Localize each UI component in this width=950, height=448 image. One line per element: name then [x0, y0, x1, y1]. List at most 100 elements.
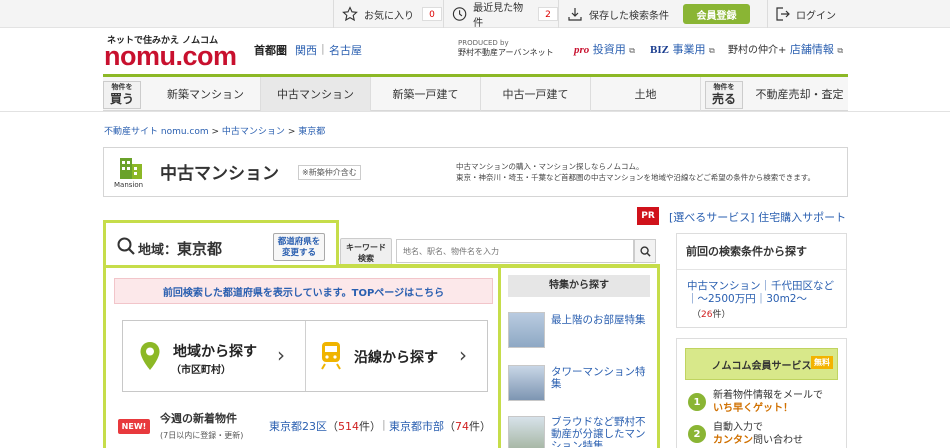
change-prefecture-button[interactable]: 都道府県を 変更する	[273, 233, 325, 261]
tokushu-link-tower[interactable]: タワーマンション特集	[551, 366, 651, 390]
pr-link[interactable]: [選べるサービス] 住宅購入サポート	[669, 209, 846, 225]
change-pref-line2: 変更する	[281, 248, 316, 258]
previous-search-link[interactable]: 中古マンション｜千代田区など｜～2500万円｜30m2～	[687, 280, 841, 306]
nav-sell[interactable]: 不動産売却・査定	[751, 77, 848, 111]
tokushu-link-proud[interactable]: ブラウドなど野村不動産が分譲したマンション特集	[551, 416, 651, 447]
keyword-input[interactable]	[396, 239, 634, 263]
top-utility-bar: お気に入り 0 最近見た物件 2 保存した検索条件 会員登録 ログイン	[0, 0, 950, 29]
tokushu-image-tower[interactable]	[508, 365, 545, 401]
change-pref-line1: 都道府県を	[277, 237, 321, 247]
banner-desc-line2: 東京・神奈川・埼玉・千葉など首都圏の中古マンションを地域や沿線などご希望の条件か…	[456, 173, 816, 182]
column-divider	[498, 266, 501, 448]
new-listings-sub: (7日以内に登録・更新)	[160, 431, 244, 440]
service-number-1: 1	[688, 393, 706, 411]
page-title-banner: Mansion 中古マンション ※新築仲介含む 中古マンションの購入・マンション…	[103, 147, 848, 197]
search-by-line-title: 沿線から探す	[354, 350, 438, 366]
external-link-icon: ⧉	[837, 46, 844, 55]
region-kansai-link[interactable]: 関西	[295, 42, 317, 58]
free-badge: 無料	[811, 356, 833, 369]
favorites-label: お気に入り	[364, 10, 414, 22]
search-by-area-button[interactable]: 地域から探す （市区町村） ›	[123, 321, 305, 391]
business-label: 事業用	[672, 43, 706, 56]
tokushu-image-top-floor[interactable]	[508, 312, 545, 348]
new-listings-shibu-label[interactable]: 東京都市部	[389, 420, 444, 433]
breadcrumb-used-mansion[interactable]: 中古マンション	[222, 127, 285, 137]
service-number-2: 2	[688, 425, 706, 443]
chevron-right-icon: ›	[459, 343, 467, 367]
previous-search-count-value: 26	[701, 310, 713, 320]
count-suffix: 件	[469, 420, 480, 433]
search-method-box: 地域から探す （市区町村） › 沿線から探す ›	[122, 320, 488, 392]
external-link-icon: ⧉	[629, 46, 635, 55]
favorites-count: 0	[422, 7, 442, 21]
new-listings-23ku[interactable]: 東京都23区（514件）	[269, 418, 381, 434]
new-listings-23ku-label[interactable]: 東京都23区	[269, 420, 327, 433]
map-pin-icon	[140, 342, 160, 370]
service-item-1-line1: 新着物件情報をメールで	[713, 390, 823, 401]
search-icon	[117, 237, 135, 258]
pr-badge: PR	[637, 207, 659, 225]
nav-used-mansion[interactable]: 中古マンション	[261, 77, 371, 111]
previous-search-title: 前回の検索条件から探す	[686, 245, 807, 258]
breadcrumb-sep: >	[211, 127, 222, 137]
keyword-label-line1: キーワード	[346, 243, 386, 252]
current-area: 地域：東京都	[138, 238, 222, 259]
tokushu-image-proud[interactable]	[508, 416, 545, 448]
breadcrumb-sep: >	[287, 127, 299, 137]
area-label: 地域	[138, 243, 165, 258]
keyword-label-line2: 検索	[358, 254, 374, 263]
recent-properties-link[interactable]: 最近見た物件 2	[443, 0, 558, 29]
download-icon	[568, 8, 582, 21]
produced-by-label: PRODUCED by	[458, 39, 509, 47]
sell-badge-big: 売る	[711, 92, 736, 106]
login-label: ログイン	[796, 10, 836, 22]
keyword-search-label: キーワード 検索	[340, 238, 392, 266]
nav-land[interactable]: 土地	[591, 77, 701, 111]
region-shutoken: 首都圏	[254, 44, 287, 57]
service-item-1-highlight: いち早くゲット！	[713, 403, 793, 414]
member-register-button[interactable]: 会員登録	[683, 4, 750, 24]
region-nagoya-link[interactable]: 名古屋	[329, 42, 362, 58]
new-listings-23ku-count: 514	[338, 420, 359, 433]
main-nav: 物件を 買う 新築マンション 中古マンション 新築一戸建て 中古一戸建て 土地 …	[103, 74, 848, 111]
banner-note: ※新築仲介含む	[298, 165, 361, 180]
count-suffix: 件	[712, 310, 722, 320]
clock-icon	[452, 7, 467, 21]
train-icon	[321, 342, 341, 370]
banner-icon-caption: Mansion	[114, 181, 144, 189]
star-icon	[342, 6, 358, 22]
site-logo[interactable]: nomu.com	[104, 41, 237, 72]
login-link[interactable]: ログイン	[767, 0, 857, 28]
search-by-area-title: 地域から探す	[173, 344, 257, 360]
new-listings-shibu-count: 74	[455, 420, 469, 433]
new-badge: NEW!	[118, 419, 150, 434]
chevron-right-icon: ›	[277, 343, 285, 367]
favorites-link[interactable]: お気に入り 0	[333, 0, 443, 28]
search-by-line-button[interactable]: 沿線から探す ›	[306, 321, 488, 391]
tokushu-heading: 特集から探す	[508, 275, 650, 297]
tokushu-link-top-floor[interactable]: 最上階のお部屋特集	[551, 314, 651, 326]
breadcrumb-tokyo[interactable]: 東京都	[298, 127, 325, 137]
business-link[interactable]: BIZ 事業用 ⧉	[650, 41, 715, 57]
count-suffix: 件	[359, 420, 370, 433]
breadcrumb-home[interactable]: 不動産サイト nomu.com	[104, 127, 209, 137]
nav-new-house[interactable]: 新築一戸建て	[371, 77, 481, 111]
previous-search-count: （26件）	[692, 310, 731, 320]
store-info-link[interactable]: 野村の仲介+ 店舗情報 ⧉	[728, 41, 843, 57]
previous-search-divider	[677, 269, 846, 270]
external-link-icon: ⧉	[708, 46, 715, 55]
keyword-search-button[interactable]	[634, 239, 656, 263]
prefecture-notice-link[interactable]: 前回検索した都道府県を表示しています。TOPページはこちら	[114, 278, 493, 304]
store-label: 店舗情報	[789, 43, 834, 56]
buy-badge-small: 物件を	[111, 83, 133, 91]
nav-used-house[interactable]: 中古一戸建て	[481, 77, 591, 111]
building-icon	[120, 158, 142, 179]
saved-search-link[interactable]: 保存した検索条件	[558, 0, 673, 28]
search-icon	[639, 245, 651, 257]
new-listings-shibu[interactable]: 東京都市部（74件）	[389, 418, 491, 434]
banner-desc-line1: 中古マンションの購入・マンション探しならノムコム。	[456, 162, 644, 171]
produced-company: 野村不動産アーバンネット	[458, 48, 554, 57]
nav-new-mansion[interactable]: 新築マンション	[151, 77, 261, 111]
investment-link[interactable]: pro 投資用 ⧉	[574, 41, 635, 57]
service-item-2-line1: 自動入力で	[713, 422, 763, 433]
